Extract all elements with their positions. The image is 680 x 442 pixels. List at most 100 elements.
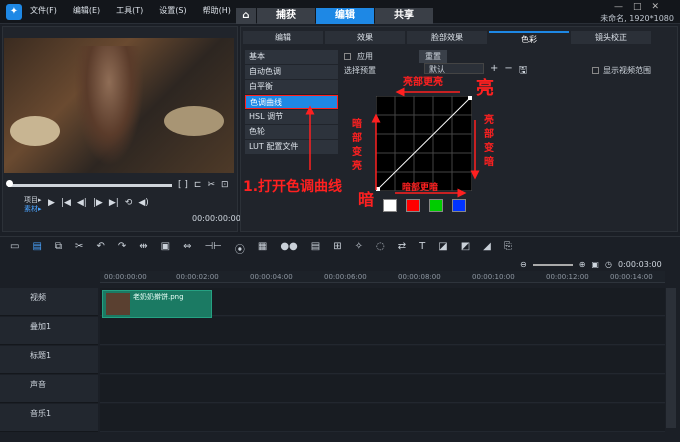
note-bright: 亮 (476, 78, 494, 99)
side-item-basic[interactable]: 基本 (245, 50, 338, 64)
image-icon[interactable]: ▣ (161, 241, 170, 256)
to-start-icon[interactable]: |◀ (61, 198, 71, 208)
track-lane-music[interactable] (100, 404, 665, 432)
mode-labels: 项目▸ 素材▸ (24, 196, 42, 214)
repeat-icon[interactable]: ⟲ (125, 198, 133, 208)
channel-blue[interactable] (452, 199, 466, 212)
track-lane-voice[interactable] (100, 375, 665, 403)
storyboard-view-icon[interactable]: ▭ (10, 241, 19, 256)
film-icon[interactable]: ▦ (258, 241, 267, 256)
apply-checkbox[interactable] (344, 53, 351, 60)
ruler-tick: 00:00:08:00 (398, 273, 441, 281)
motion-icon[interactable]: ⇄ (398, 241, 406, 256)
track-header-voice[interactable]: 声音 (0, 375, 98, 403)
track-header-music[interactable]: 音乐1 (0, 404, 98, 432)
menu-tools[interactable]: 工具(T) (116, 5, 143, 16)
track-header-title[interactable]: 标题1 (0, 346, 98, 374)
next-frame-icon[interactable]: |▶ (93, 198, 103, 208)
preview-timecode[interactable]: 00:00:00:00 (192, 214, 241, 223)
export-icon[interactable]: ⎘ (504, 241, 512, 256)
undo-icon[interactable]: ↶ (96, 241, 104, 256)
main-tabs: ⌂ 捕获 编辑 共享 (236, 8, 434, 24)
channel-white[interactable] (383, 199, 397, 212)
tab-edit-options[interactable]: 编辑 (243, 31, 323, 44)
clock-icon[interactable]: ◷ (605, 260, 612, 269)
note-dark-more: 暗部更暗 (402, 183, 439, 193)
reset-button[interactable]: 重置 (419, 50, 447, 63)
play-icon[interactable]: ▶ (48, 198, 55, 208)
minimize-icon[interactable]: — (614, 2, 623, 12)
mask-icon[interactable]: ◪ (438, 241, 447, 256)
clip-mode[interactable]: 素材▸ (24, 205, 42, 214)
to-end-icon[interactable]: ▶| (109, 198, 119, 208)
maximize-icon[interactable]: □ (633, 2, 642, 12)
ruler-tick: 00:00:02:00 (176, 273, 219, 281)
split-icon[interactable]: ✂ (207, 180, 215, 190)
channel-green[interactable] (429, 199, 443, 212)
remove-preset-icon[interactable]: − (504, 63, 512, 80)
timeline-toolbar: ▭ ▤ ⧉ ✂ ↶ ↷ ⇹ ▣ ⇔ ⊣⊢ ⦿ ▦ ●● ▤ ⊞ ✧ ◌ ⇄ T … (10, 241, 512, 256)
snapshot-icon[interactable]: ⊡ (221, 180, 229, 190)
home-icon[interactable]: ⌂ (236, 8, 256, 24)
close-icon[interactable]: ✕ (652, 2, 660, 12)
timeline-scrollbar[interactable] (666, 288, 676, 428)
grid-icon[interactable]: ⊞ (333, 241, 341, 256)
audio-icon[interactable]: ●● (280, 241, 297, 256)
text-icon[interactable]: ▤ (311, 241, 320, 256)
move-icon[interactable]: ⇔ (183, 241, 191, 256)
fit-icon[interactable]: ⇹ (139, 241, 147, 256)
tab-edit[interactable]: 编辑 (316, 8, 374, 24)
menu-file[interactable]: 文件(F) (30, 5, 57, 16)
side-item-white-balance[interactable]: 白平衡 (245, 80, 338, 94)
apply-label: 应用 (357, 52, 373, 61)
fit-project-icon[interactable]: ▣ (591, 260, 599, 269)
track-lane-overlay[interactable] (100, 317, 665, 345)
tab-capture[interactable]: 捕获 (257, 8, 315, 24)
chart-icon[interactable]: ◢ (483, 241, 491, 256)
trim-out-icon[interactable]: ⊏ (194, 180, 202, 190)
magic-icon[interactable]: ✧ (355, 241, 363, 256)
zoom-time[interactable]: 0:00:03:00 (618, 260, 662, 269)
title-icon[interactable]: T (419, 241, 425, 256)
record-icon[interactable]: ⦿ (235, 241, 245, 256)
split-icon-2[interactable]: ⊣⊢ (204, 241, 221, 256)
tab-color[interactable]: 色彩 (489, 31, 569, 44)
show-range-checkbox[interactable] (592, 67, 599, 74)
scrub-bar[interactable] (8, 184, 172, 187)
trim-in-icon[interactable]: [ ] (178, 180, 188, 190)
menu-edit[interactable]: 编辑(E) (73, 5, 100, 16)
channel-red[interactable] (406, 199, 420, 212)
bread-tray (164, 106, 224, 136)
zoom-slider[interactable] (532, 263, 573, 266)
document-name: 未命名, 1920*1080 (600, 14, 674, 23)
video-clip[interactable]: 老奶奶擀饼.png (102, 290, 212, 318)
tab-lens-correction[interactable]: 镜头校正 (571, 31, 651, 44)
tab-face-effects[interactable]: 脸部效果 (407, 31, 487, 44)
tab-share[interactable]: 共享 (375, 8, 433, 24)
scrub-handle[interactable] (6, 180, 13, 187)
crop-icon[interactable]: ◩ (461, 241, 470, 256)
side-item-auto-tone[interactable]: 自动色调 (245, 65, 338, 79)
zoom-out-icon[interactable]: ⊖ (520, 260, 527, 269)
prev-frame-icon[interactable]: ◀| (77, 198, 87, 208)
tab-effects[interactable]: 效果 (325, 31, 405, 44)
save-preset-icon[interactable]: 🖫 (519, 63, 528, 80)
track-lane-title[interactable] (100, 346, 665, 374)
timeline-ruler[interactable]: 00:00:00:00 00:00:02:00 00:00:04:00 00:0… (100, 271, 665, 283)
redo-icon[interactable]: ↷ (118, 241, 126, 256)
track-header-video[interactable]: 视频 (0, 288, 98, 316)
copy-icon[interactable]: ⧉ (55, 241, 62, 256)
cut-icon[interactable]: ✂ (75, 241, 83, 256)
ruler-tick: 00:00:06:00 (324, 273, 367, 281)
ruler-tick: 00:00:10:00 (472, 273, 515, 281)
person-figure (74, 46, 144, 166)
track-header-overlay[interactable]: 叠加1 (0, 317, 98, 345)
volume-icon[interactable]: ◀) (138, 198, 148, 208)
timeline-view-icon[interactable]: ▤ (32, 241, 41, 256)
step-arrow (305, 105, 315, 170)
menu-help[interactable]: 帮助(H) (203, 5, 231, 16)
zoom-in-icon[interactable]: ⊕ (579, 260, 586, 269)
menu-settings[interactable]: 设置(S) (159, 5, 186, 16)
project-mode[interactable]: 项目▸ (24, 196, 42, 205)
lasso-icon[interactable]: ◌ (376, 241, 385, 256)
